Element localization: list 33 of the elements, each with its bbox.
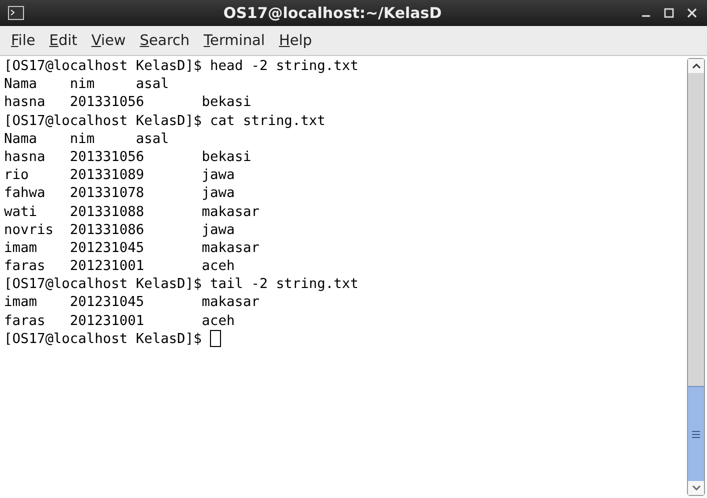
terminal-prompt: [OS17@localhost KelasD]$ xyxy=(4,330,202,348)
menu-item[interactable]: Edit xyxy=(42,30,84,50)
terminal-line: wati 201331088 makasar xyxy=(4,202,260,221)
text-cursor xyxy=(210,330,221,348)
menu-item[interactable]: Help xyxy=(272,30,319,50)
terminal-line: Nama nim asal xyxy=(4,75,169,94)
close-icon[interactable] xyxy=(687,8,697,18)
menu-item[interactable]: File xyxy=(4,30,42,50)
terminal-line: faras 201231001 aceh xyxy=(4,312,235,330)
terminal-line: rio 201331089 jawa xyxy=(4,166,235,184)
menu-item[interactable]: Terminal xyxy=(196,30,272,50)
terminal-line: hasna 201331056 bekasi xyxy=(4,93,252,112)
terminal-line: [OS17@localhost KelasD]$ cat string.txt xyxy=(4,112,326,130)
terminal-line: fahwa 201331078 jawa xyxy=(4,184,235,203)
scroll-up-button[interactable] xyxy=(688,59,704,73)
terminal-line: novris 201331086 jawa xyxy=(4,220,235,239)
terminal-line: faras 201231001 aceh xyxy=(4,257,235,276)
terminal-line: imam 201231045 makasar xyxy=(4,238,260,258)
chevron-up-icon xyxy=(692,63,700,69)
terminal-icon xyxy=(8,6,24,20)
terminal-line: [OS17@localhost KelasD]$ head -2 string.txt xyxy=(4,57,358,76)
maximize-icon[interactable] xyxy=(664,8,674,18)
terminal-line: [OS17@localhost KelasD]$ tail -2 string.txt xyxy=(4,275,358,294)
menu-item[interactable]: Search xyxy=(132,30,197,50)
window-title: OS17@localhost:~/KelasD xyxy=(222,4,443,22)
chevron-down-icon xyxy=(692,485,700,491)
terminal-line: imam 201231045 makasar xyxy=(4,293,260,312)
terminal-line: Nama nim asal xyxy=(4,130,169,148)
scroll-thumb[interactable] xyxy=(688,386,704,481)
scrollbar[interactable] xyxy=(687,58,705,496)
terminal-line: hasna 201331056 bekasi xyxy=(4,148,252,166)
menu-item[interactable]: View xyxy=(84,30,133,50)
scroll-down-button[interactable] xyxy=(688,481,704,495)
